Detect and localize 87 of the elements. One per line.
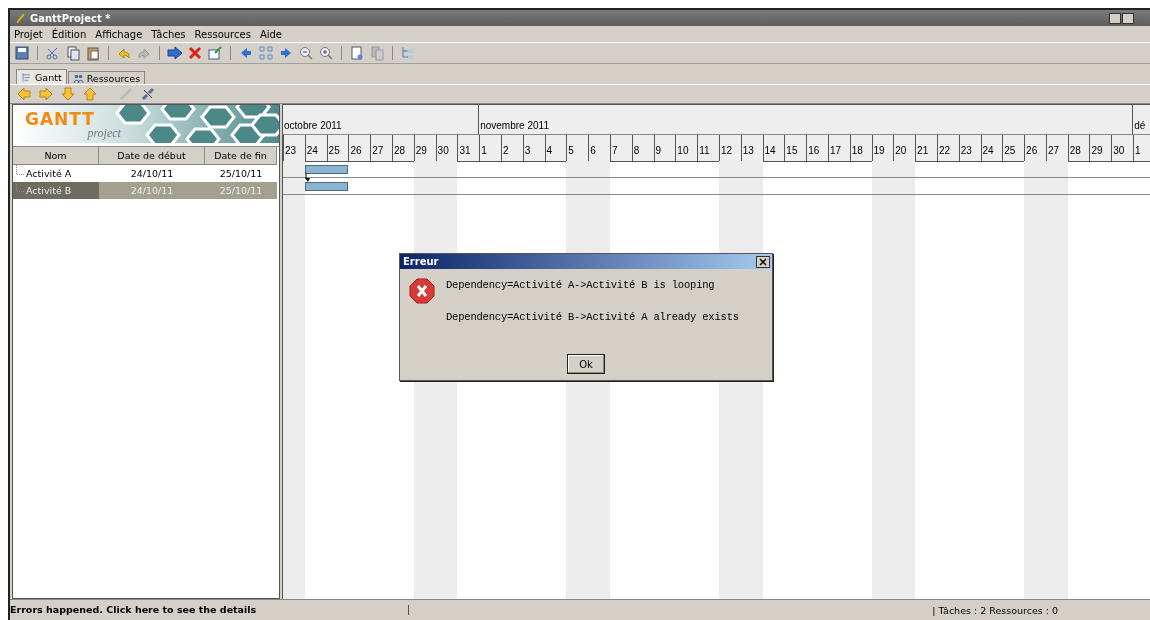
menu-item[interactable]: Affichage xyxy=(95,28,143,40)
day-header: 24 xyxy=(304,135,327,161)
down-arrow-icon[interactable] xyxy=(60,86,76,102)
day-header: 11 xyxy=(697,135,719,161)
left-arrow-icon[interactable] xyxy=(16,86,32,102)
tree-line-icon xyxy=(16,182,25,192)
save-icon[interactable] xyxy=(14,45,30,61)
table-cell: 24/10/11 xyxy=(99,182,205,199)
cut-icon[interactable] xyxy=(45,45,61,61)
table-cell-text: 25/10/11 xyxy=(218,167,264,181)
day-header: 25 xyxy=(1002,135,1025,161)
indent-arrow-icon[interactable] xyxy=(167,45,183,61)
app-icon[interactable] xyxy=(14,11,26,25)
dialog-title: Erreur xyxy=(403,256,439,267)
task-bar[interactable] xyxy=(304,182,349,191)
paste-icon[interactable] xyxy=(85,45,101,61)
day-header: 17 xyxy=(827,135,850,161)
column-header[interactable]: Date de début xyxy=(99,147,205,165)
dependency-arrow xyxy=(304,173,311,183)
task-row[interactable]: Activité A 24/10/11 25/10/11 xyxy=(13,165,279,182)
minimize-button[interactable] xyxy=(1109,12,1121,24)
day-header: 1 xyxy=(1133,135,1150,161)
up-arrow-icon[interactable] xyxy=(82,86,98,102)
window-title: GanttProject * xyxy=(30,12,111,24)
document-icon[interactable] xyxy=(349,45,365,61)
month-header: dé xyxy=(1133,105,1150,134)
ok-button[interactable]: Ok xyxy=(567,354,605,374)
zoom-in-icon[interactable] xyxy=(318,45,334,61)
column-header[interactable]: Date de fin xyxy=(205,147,277,165)
tree-line-icon xyxy=(16,165,25,175)
task-bar[interactable] xyxy=(304,165,349,174)
error-message: Dependency=Activité A->Activité B is looping xyxy=(446,279,716,291)
tab[interactable]: Gantt xyxy=(16,69,67,84)
month-header: novembre 2011 xyxy=(479,105,1134,134)
right-arrow-icon[interactable] xyxy=(38,86,54,102)
menu-item[interactable]: Projet xyxy=(14,28,43,40)
table-cell-text: Activité B xyxy=(26,184,72,198)
column-header[interactable]: Nom xyxy=(13,147,99,165)
menu-item[interactable]: Ressources xyxy=(194,28,251,40)
day-header: 16 xyxy=(806,135,828,161)
day-header: 21 xyxy=(915,135,937,161)
gantt-icon[interactable] xyxy=(21,71,32,83)
day-header: 31 xyxy=(457,135,480,161)
delete-icon[interactable] xyxy=(187,45,203,61)
day-header: 27 xyxy=(370,135,392,161)
zoom-out-icon[interactable] xyxy=(298,45,314,61)
status-message[interactable]: Errors happened. Click here to see the details xyxy=(10,605,409,615)
day-header: 10 xyxy=(675,135,698,161)
day-header: 26 xyxy=(348,135,371,161)
tab[interactable]: Ressources xyxy=(67,71,146,84)
day-header: 25 xyxy=(326,135,349,161)
day-header: 14 xyxy=(762,135,785,161)
month-header: octobre 2011 xyxy=(283,105,480,134)
day-header: 4 xyxy=(544,135,567,161)
day-header: 7 xyxy=(609,135,632,161)
error-icon xyxy=(408,277,436,305)
day-header: 2 xyxy=(500,135,523,161)
day-header: 24 xyxy=(980,135,1003,161)
table-cell-text: 24/10/11 xyxy=(129,167,175,181)
people-icon[interactable] xyxy=(72,72,84,84)
day-header: 8 xyxy=(631,135,654,161)
menu-item[interactable]: Édition xyxy=(51,28,87,40)
table-cell-text: Activité A xyxy=(26,167,72,181)
error-message: Dependency=Activité B->Activité A already exists xyxy=(446,311,739,323)
day-header: 30 xyxy=(1111,135,1134,161)
task-row[interactable]: Activité B 24/10/11 25/10/11 xyxy=(13,182,279,199)
menu-item[interactable]: Aide xyxy=(259,28,282,40)
day-header: 22 xyxy=(936,135,959,161)
logo-title: GANTT xyxy=(25,111,95,128)
properties-icon[interactable] xyxy=(207,45,223,61)
maximize-button[interactable] xyxy=(1122,12,1134,24)
day-header: 15 xyxy=(784,135,807,161)
menu-item[interactable]: Tâches xyxy=(151,28,186,40)
unlink-icon[interactable] xyxy=(140,86,156,102)
status-counts: | Tâches : 2 Ressources : 0 xyxy=(932,604,1058,616)
day-header: 28 xyxy=(1067,135,1090,161)
logo-subtitle: project xyxy=(87,128,121,139)
day-header: 18 xyxy=(849,135,872,161)
day-header: 9 xyxy=(653,135,676,161)
day-header: 1 xyxy=(479,135,501,161)
day-header: 23 xyxy=(958,135,981,161)
day-header: 3 xyxy=(522,135,545,161)
table-cell: 25/10/11 xyxy=(205,182,277,199)
close-button[interactable] xyxy=(756,255,770,268)
copy-icon[interactable] xyxy=(65,45,81,61)
day-header: 28 xyxy=(392,135,414,161)
day-header: 29 xyxy=(1089,135,1112,161)
